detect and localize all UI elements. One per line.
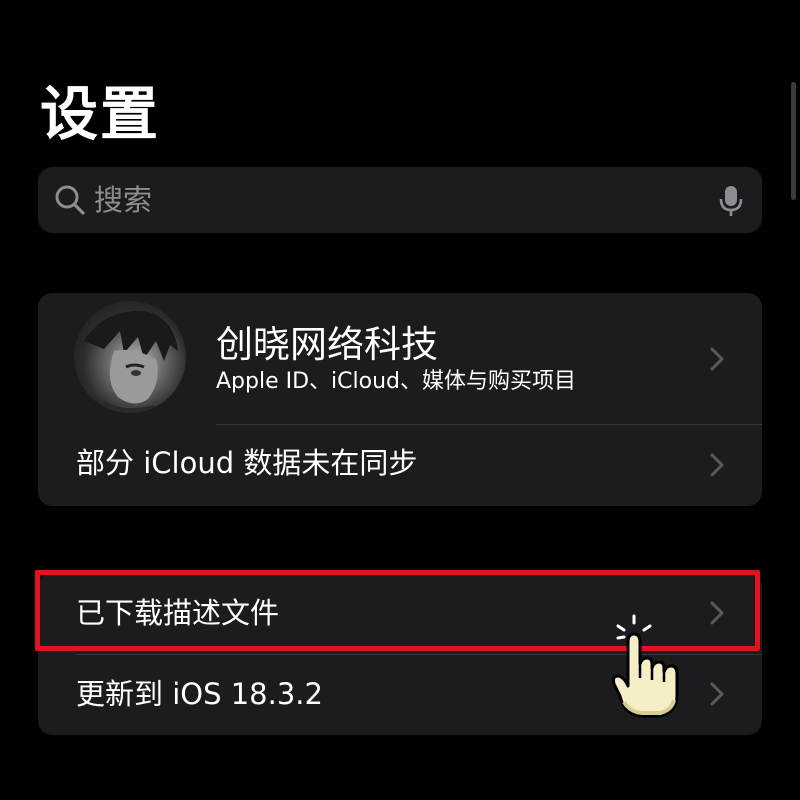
chevron-right-icon	[710, 601, 724, 625]
software-update-label: 更新到 iOS 18.3.2	[76, 677, 323, 711]
account-subtitle: Apple ID、iCloud、媒体与购买项目	[216, 369, 577, 394]
icloud-sync-label: 部分 iCloud 数据未在同步	[76, 446, 418, 480]
chevron-right-icon	[710, 682, 724, 706]
microphone-icon[interactable]	[718, 185, 744, 217]
search-bar[interactable]	[38, 167, 762, 233]
account-name: 创晓网络科技	[216, 323, 438, 366]
apple-id-row[interactable]: 创晓网络科技 Apple ID、iCloud、媒体与购买项目	[38, 293, 762, 424]
icloud-sync-row[interactable]: 部分 iCloud 数据未在同步	[38, 424, 762, 506]
search-icon	[55, 185, 85, 215]
downloaded-profiles-label: 已下载描述文件	[76, 596, 280, 630]
account-group: 创晓网络科技 Apple ID、iCloud、媒体与购买项目 部分 iCloud…	[38, 293, 762, 506]
scroll-indicator	[791, 82, 796, 200]
avatar	[74, 301, 186, 413]
hand-pointer-icon	[612, 614, 679, 718]
chevron-right-icon	[710, 453, 724, 477]
page-title: 设置	[40, 80, 161, 148]
chevron-right-icon	[710, 347, 724, 371]
search-input[interactable]	[94, 175, 694, 225]
